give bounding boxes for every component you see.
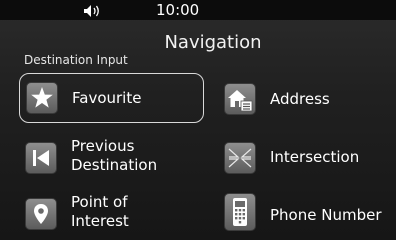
previous-destination-icon (25, 142, 57, 174)
page-title: Navigation (164, 32, 262, 53)
status-bar: 10:00 (0, 0, 396, 20)
favourite-button[interactable]: Favourite (19, 73, 204, 123)
previous-destination-button[interactable]: Previous Destination (19, 133, 204, 183)
house-icon (224, 83, 256, 115)
previous-destination-label: Previous Destination (71, 137, 158, 174)
favourite-label: Favourite (72, 89, 142, 107)
point-of-interest-label: Point of Interest (71, 193, 129, 230)
phone-number-button[interactable]: Phone Number (218, 190, 396, 240)
speaker-icon (83, 3, 105, 17)
intersection-icon (224, 142, 256, 174)
section-label: Destination Input (24, 53, 128, 67)
phone-icon (224, 193, 256, 231)
address-button[interactable]: Address (218, 75, 388, 125)
point-of-interest-button[interactable]: Point of Interest (19, 190, 204, 240)
map-pin-icon (25, 198, 57, 230)
navigation-screen: 10:00 Navigation Destination Input Favou… (0, 0, 396, 240)
intersection-label: Intersection (270, 148, 360, 166)
intersection-button[interactable]: Intersection (218, 133, 388, 183)
phone-number-label: Phone Number (270, 206, 382, 224)
star-icon (26, 82, 58, 114)
address-label: Address (270, 90, 330, 108)
clock: 10:00 (156, 1, 200, 19)
